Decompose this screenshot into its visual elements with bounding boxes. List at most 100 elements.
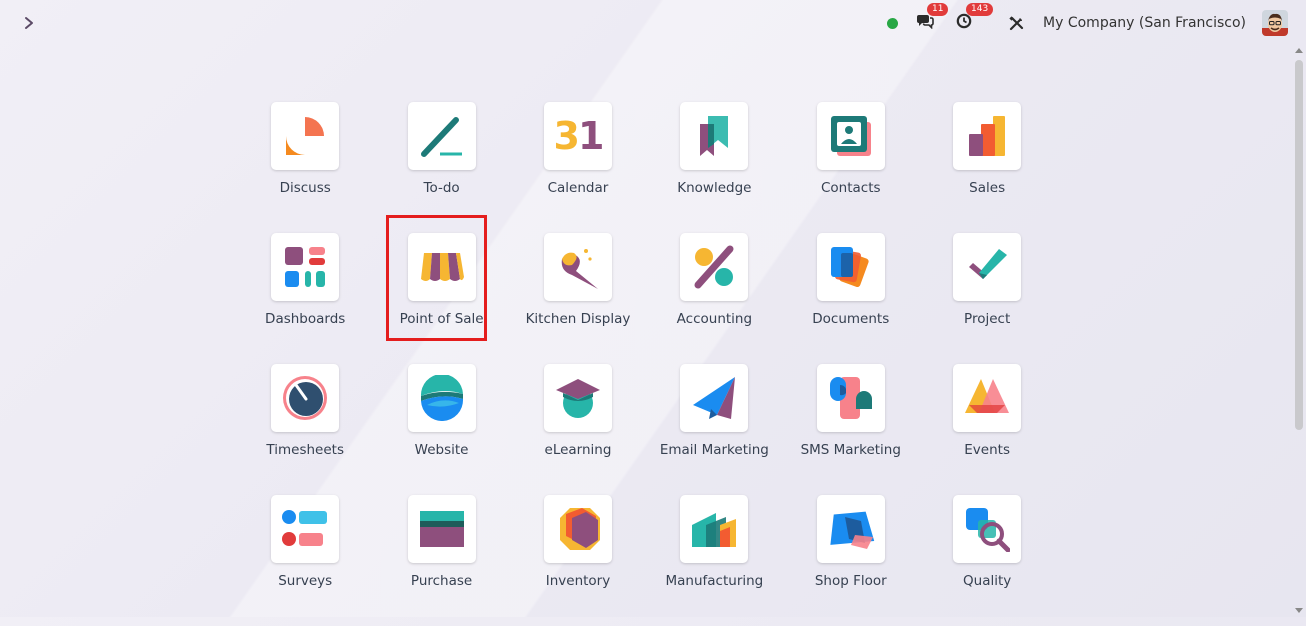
app-documents[interactable]: Documents bbox=[783, 233, 919, 364]
shop-floor-icon bbox=[827, 507, 875, 551]
app-tile bbox=[680, 495, 749, 563]
app-website[interactable]: Website bbox=[373, 364, 509, 495]
purchase-icon bbox=[418, 509, 466, 549]
email-marketing-icon bbox=[691, 375, 737, 421]
discuss-icon bbox=[283, 114, 327, 158]
app-tile bbox=[816, 102, 885, 170]
app-label: Email Marketing bbox=[659, 442, 769, 458]
messages-icon bbox=[916, 13, 934, 33]
app-manufacturing[interactable]: Manufacturing bbox=[646, 495, 782, 626]
app-sales[interactable]: Sales bbox=[919, 102, 1055, 233]
app-tile bbox=[953, 495, 1022, 563]
app-label: Timesheets bbox=[266, 442, 344, 458]
app-label: Sales bbox=[969, 180, 1006, 196]
app-label: SMS Marketing bbox=[800, 442, 901, 458]
app-todo[interactable]: To-do bbox=[373, 102, 509, 233]
app-label: Manufacturing bbox=[665, 573, 764, 589]
app-inventory[interactable]: Inventory bbox=[510, 495, 646, 626]
dashboards-icon bbox=[283, 245, 327, 289]
app-label: Shop Floor bbox=[814, 573, 887, 589]
app-grid: Discuss To-do 31 Calendar Knowledge Cont… bbox=[237, 102, 1055, 626]
app-tile bbox=[816, 233, 885, 301]
app-tile bbox=[543, 233, 612, 301]
app-knowledge[interactable]: Knowledge bbox=[646, 102, 782, 233]
timesheets-icon bbox=[282, 375, 328, 421]
scroll-down-arrow-icon[interactable] bbox=[1295, 608, 1303, 613]
documents-icon bbox=[829, 245, 873, 289]
app-tile bbox=[543, 364, 612, 432]
app-tile: 31 bbox=[543, 102, 612, 170]
surveys-icon bbox=[281, 509, 329, 549]
app-tile bbox=[407, 495, 476, 563]
app-tile bbox=[816, 495, 885, 563]
app-tile bbox=[271, 233, 340, 301]
app-discuss[interactable]: Discuss bbox=[237, 102, 373, 233]
sales-icon bbox=[965, 114, 1009, 158]
app-elearning[interactable]: eLearning bbox=[510, 364, 646, 495]
app-label: Dashboards bbox=[265, 311, 346, 327]
app-tile bbox=[271, 495, 340, 563]
app-quality[interactable]: Quality bbox=[919, 495, 1055, 626]
app-tile bbox=[271, 364, 340, 432]
app-surveys[interactable]: Surveys bbox=[237, 495, 373, 626]
activities-count-badge: 143 bbox=[966, 3, 994, 16]
sms-marketing-icon bbox=[828, 375, 874, 421]
debug-tools-icon[interactable] bbox=[1008, 15, 1025, 32]
app-tile bbox=[680, 364, 749, 432]
chevron-right-icon[interactable] bbox=[18, 12, 40, 34]
top-bar: 11 143 My Company (San Francisco) bbox=[0, 0, 1306, 46]
app-label: Point of Sale bbox=[399, 311, 484, 327]
project-icon bbox=[965, 245, 1009, 289]
messages-menu[interactable]: 11 bbox=[916, 3, 949, 33]
accounting-icon bbox=[692, 245, 736, 289]
app-contacts[interactable]: Contacts bbox=[783, 102, 919, 233]
app-calendar[interactable]: 31 Calendar bbox=[510, 102, 646, 233]
manufacturing-icon bbox=[690, 509, 738, 549]
app-label: Discuss bbox=[279, 180, 331, 196]
app-label: Events bbox=[964, 442, 1010, 458]
elearning-icon bbox=[555, 375, 601, 421]
app-sms-marketing[interactable]: SMS Marketing bbox=[783, 364, 919, 495]
app-label: Surveys bbox=[278, 573, 333, 589]
app-timesheets[interactable]: Timesheets bbox=[237, 364, 373, 495]
activities-menu[interactable]: 143 bbox=[956, 3, 994, 33]
app-label: Quality bbox=[963, 573, 1012, 589]
app-label: Inventory bbox=[545, 573, 611, 589]
systray: 11 143 My Company (San Francisco) bbox=[887, 3, 1288, 38]
company-switcher[interactable]: My Company (San Francisco) bbox=[1043, 15, 1246, 31]
app-label: Contacts bbox=[820, 180, 881, 196]
app-tile bbox=[680, 102, 749, 170]
scroll-up-arrow-icon[interactable] bbox=[1295, 48, 1303, 53]
events-icon bbox=[963, 375, 1011, 421]
app-accounting[interactable]: Accounting bbox=[646, 233, 782, 364]
app-label: Project bbox=[964, 311, 1011, 327]
app-tile bbox=[543, 495, 612, 563]
app-events[interactable]: Events bbox=[919, 364, 1055, 495]
app-kitchen-display[interactable]: Kitchen Display bbox=[510, 233, 646, 364]
vertical-scrollbar[interactable] bbox=[1292, 46, 1306, 617]
app-label: Kitchen Display bbox=[525, 311, 631, 327]
quality-icon bbox=[964, 506, 1011, 552]
app-tile bbox=[407, 102, 476, 170]
app-tile bbox=[271, 102, 340, 170]
app-label: Documents bbox=[812, 311, 890, 327]
user-avatar[interactable] bbox=[1262, 10, 1288, 36]
app-shop-floor[interactable]: Shop Floor bbox=[783, 495, 919, 626]
app-dashboards[interactable]: Dashboards bbox=[237, 233, 373, 364]
app-tile bbox=[407, 233, 476, 301]
app-label: Purchase bbox=[410, 573, 473, 589]
app-point-of-sale[interactable]: Point of Sale bbox=[373, 233, 509, 364]
website-icon bbox=[419, 375, 465, 421]
presence-status-icon[interactable] bbox=[887, 17, 899, 29]
app-tile bbox=[953, 233, 1022, 301]
kitchen-display-icon bbox=[556, 245, 600, 289]
app-label: Knowledge bbox=[677, 180, 752, 196]
app-project[interactable]: Project bbox=[919, 233, 1055, 364]
app-email-marketing[interactable]: Email Marketing bbox=[646, 364, 782, 495]
todo-icon bbox=[420, 114, 464, 158]
app-tile bbox=[407, 364, 476, 432]
app-purchase[interactable]: Purchase bbox=[373, 495, 509, 626]
app-label: To-do bbox=[423, 180, 460, 196]
scrollbar-thumb[interactable] bbox=[1295, 60, 1303, 430]
app-tile bbox=[816, 364, 885, 432]
